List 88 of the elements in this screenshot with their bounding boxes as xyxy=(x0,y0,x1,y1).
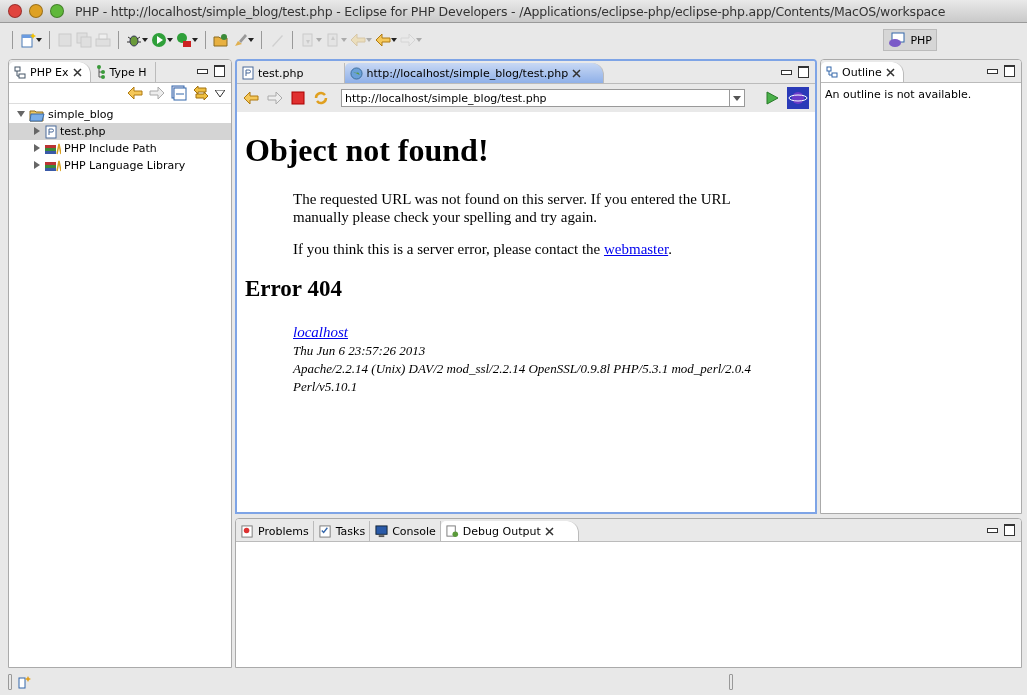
new-file-icon xyxy=(20,32,36,48)
editor-tab[interactable]: http://localhost/simple_blog/test.php xyxy=(344,63,605,83)
caret-icon xyxy=(36,38,42,42)
back-arrow-icon xyxy=(127,85,143,101)
paragraph: The requested URL was not found on this server. If you entered the URL manually please check your spelling and try again. xyxy=(293,190,732,226)
minimize-icon[interactable] xyxy=(987,68,998,74)
dropdown-icon[interactable] xyxy=(729,89,745,107)
collapsed-arrow-icon[interactable] xyxy=(33,143,42,154)
forward-arrow-icon xyxy=(149,85,165,101)
books-icon xyxy=(45,159,61,172)
minimize-icon[interactable] xyxy=(987,527,998,533)
save-all-icon xyxy=(76,32,92,48)
outline-message: An outline is not available. xyxy=(824,87,973,103)
run-icon xyxy=(151,32,167,48)
caret-icon xyxy=(391,38,397,42)
tree-item[interactable]: simple_blog xyxy=(9,106,231,123)
tree-item[interactable]: PHP Include Path xyxy=(9,140,231,157)
maximize-icon[interactable] xyxy=(1004,524,1015,536)
back-arrow-icon xyxy=(243,90,259,106)
tasks-icon xyxy=(318,524,332,538)
php-perspective-icon xyxy=(888,32,907,48)
minimize-icon[interactable] xyxy=(197,68,208,74)
monitor-icon xyxy=(375,524,389,538)
error-heading: Error 404 xyxy=(245,276,343,302)
caret-icon xyxy=(316,38,322,42)
debug-output-icon xyxy=(445,524,459,538)
caret-icon xyxy=(192,38,198,42)
globe-icon xyxy=(349,66,363,80)
editor-tab[interactable]: test.php xyxy=(237,63,345,83)
zoom-window-icon[interactable] xyxy=(50,4,64,18)
hierarchy-icon xyxy=(95,65,106,79)
perspective-button[interactable]: PHP xyxy=(883,29,937,51)
folder-icon xyxy=(213,32,229,48)
view-menu-icon[interactable] xyxy=(215,89,225,97)
caret-icon xyxy=(366,38,372,42)
close-icon[interactable] xyxy=(885,67,895,77)
view-tab[interactable]: Tasks xyxy=(313,521,371,541)
maximize-icon[interactable] xyxy=(1004,65,1015,77)
go-icon[interactable] xyxy=(765,91,779,105)
print-icon xyxy=(95,32,111,48)
outline-icon xyxy=(826,65,838,79)
view-tab[interactable]: Type H xyxy=(90,62,156,82)
forward-arrow-icon xyxy=(267,90,283,106)
project-folder-icon xyxy=(29,107,45,122)
caret-icon xyxy=(248,38,254,42)
run-tools-icon xyxy=(176,32,192,48)
link-editor-icon[interactable] xyxy=(193,85,209,101)
close-window-icon[interactable] xyxy=(8,4,22,18)
close-icon[interactable] xyxy=(572,68,582,78)
back-arrow-icon xyxy=(375,32,391,48)
view-tab[interactable]: Outline xyxy=(821,62,904,82)
collapsed-arrow-icon[interactable] xyxy=(33,126,42,137)
close-icon[interactable] xyxy=(544,526,554,536)
view-tab[interactable]: Problems xyxy=(236,521,314,541)
forward-arrow-icon xyxy=(400,32,416,48)
server-info: Apache/2.2.14 (Unix) DAV/2 mod_ssl/2.2.14 OpenSSL/0.9.8l PHP/5.3.1 mod_perl/2.0.4 Perl/v5.10.1 xyxy=(293,360,752,396)
tree-item[interactable]: test.php xyxy=(9,123,231,140)
maximize-icon[interactable] xyxy=(214,65,225,77)
books-icon xyxy=(45,142,61,155)
minimize-window-icon[interactable] xyxy=(29,4,43,18)
problems-icon xyxy=(241,524,254,538)
save-icon xyxy=(57,32,73,48)
explorer-icon xyxy=(14,65,26,79)
caret-icon xyxy=(341,38,347,42)
page-heading: Object not found! xyxy=(245,132,490,169)
minimize-icon[interactable] xyxy=(781,69,792,75)
view-tab[interactable]: Debug Output xyxy=(440,521,579,541)
collapse-all-icon[interactable] xyxy=(171,85,187,101)
brush-icon xyxy=(232,32,248,48)
url-field[interactable]: http://localhost/simple_blog/test.php xyxy=(341,89,729,107)
view-tab[interactable]: Console xyxy=(370,521,441,541)
view-tab[interactable]: PHP Ex xyxy=(9,62,91,82)
back-arrow-icon xyxy=(350,32,366,48)
caret-icon xyxy=(142,38,148,42)
caret-icon xyxy=(416,38,422,42)
tree-item[interactable]: PHP Language Library xyxy=(9,157,231,174)
collapsed-arrow-icon[interactable] xyxy=(33,160,42,171)
host-link[interactable]: localhost xyxy=(293,323,348,341)
bug-icon xyxy=(126,32,142,48)
php-file-icon xyxy=(45,124,57,139)
php-file-icon xyxy=(242,66,254,80)
paragraph: If you think this is a server error, please contact the webmaster. xyxy=(293,240,673,258)
window-title: PHP - http://localhost/simple_blog/test.php - Eclipse for PHP Developers - /Applications/eclipse-php/eclipse-php.app/Contents/MacOS/workspace xyxy=(75,3,946,19)
maximize-icon[interactable] xyxy=(798,66,809,78)
caret-icon xyxy=(167,38,173,42)
close-icon[interactable] xyxy=(72,67,82,77)
server-info: Thu Jun 6 23:57:26 2013 xyxy=(293,342,427,360)
browser-logo-icon xyxy=(787,87,809,109)
